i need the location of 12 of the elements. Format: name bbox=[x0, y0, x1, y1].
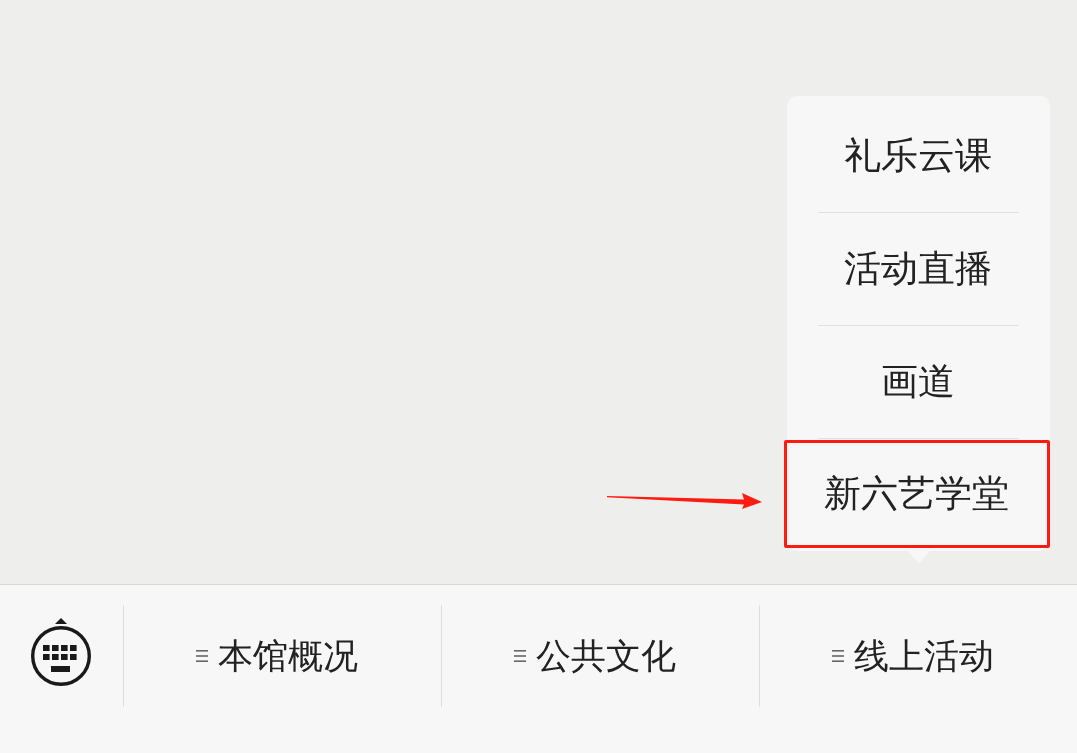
menu-tab[interactable]: 本馆概况 bbox=[190, 631, 365, 681]
menu-item[interactable]: 画道 bbox=[786, 326, 1050, 438]
menu-item[interactable]: 礼乐云课 bbox=[786, 100, 1050, 212]
menu-tab[interactable]: 线上活动 bbox=[826, 631, 1001, 681]
highlighted-menu-item[interactable]: 新六艺学堂 bbox=[783, 440, 1050, 548]
keyboard-icon[interactable] bbox=[29, 617, 94, 689]
menu-item[interactable]: 活动直播 bbox=[786, 213, 1050, 325]
arrow-icon bbox=[606, 492, 762, 510]
menu-icon bbox=[832, 649, 845, 663]
menu-icon bbox=[514, 649, 527, 663]
menu-tab[interactable]: 公共文化 bbox=[508, 631, 683, 681]
menu-icon bbox=[196, 649, 209, 663]
